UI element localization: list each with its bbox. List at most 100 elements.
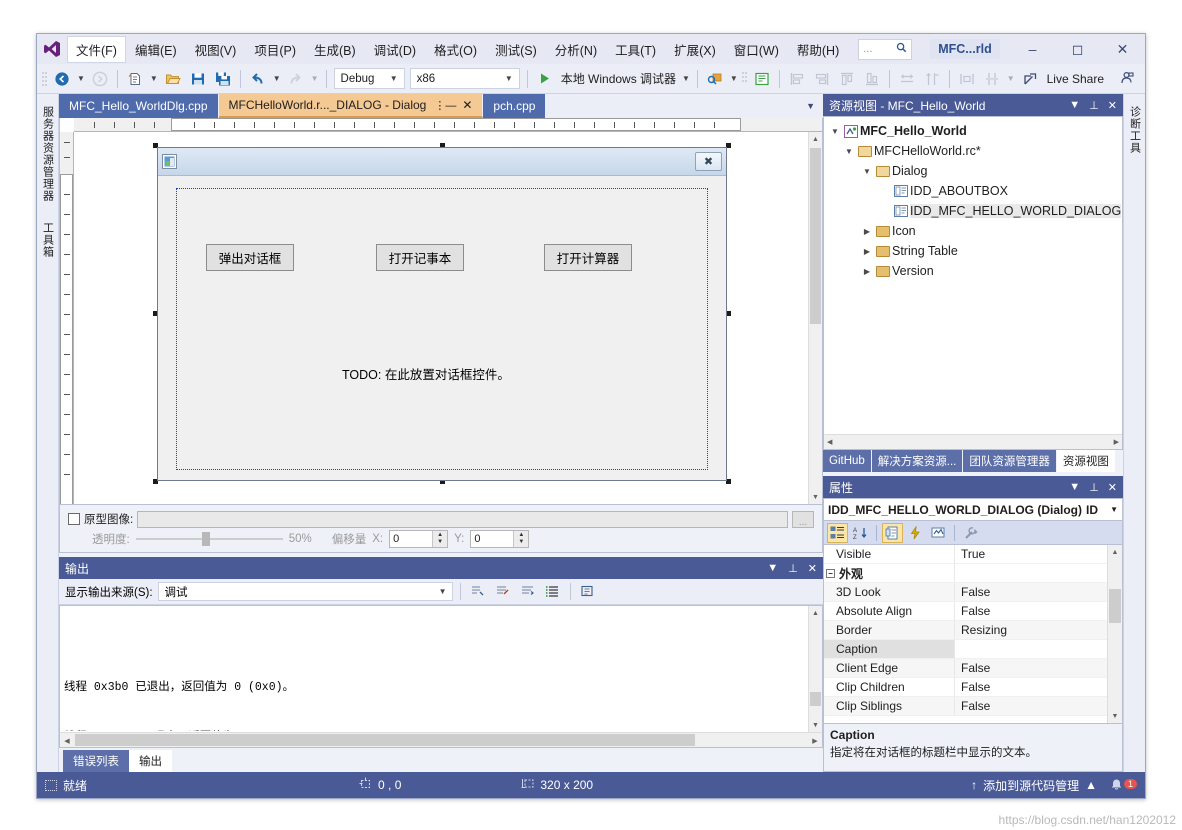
tab-error-list[interactable]: 错误列表 — [63, 750, 129, 772]
scrollbar-thumb[interactable] — [1109, 589, 1121, 623]
property-category-appearance[interactable]: − 外观 — [824, 564, 1122, 583]
configuration-combo[interactable]: Debug ▼ — [334, 68, 405, 89]
editor-tab-dlg-cpp[interactable]: MFC_Hello_WorldDlg.cpp — [59, 94, 219, 118]
messages-icon[interactable] — [928, 523, 949, 543]
scrollbar-thumb[interactable] — [810, 148, 821, 324]
sidebar-item-diagnostic-tools[interactable]: 诊断工具 — [1125, 100, 1145, 160]
menu-item-file[interactable]: 文件(F) — [67, 36, 126, 63]
twisty-expanded-icon[interactable]: ▼ — [828, 127, 842, 136]
output-horizontal-scrollbar[interactable]: ◀ ▶ — [60, 732, 822, 747]
button-open-calculator[interactable]: 打开计算器 — [544, 244, 632, 271]
tree-node-idd-mfc-hello-world-dialog[interactable]: IDD_MFC_HELLO_WORLD_DIALOG — [824, 201, 1122, 221]
properties-vertical-scrollbar[interactable]: ▲ ▼ — [1107, 545, 1122, 723]
stepper-arrows-icon[interactable]: ▲▼ — [513, 531, 528, 547]
browse-button[interactable]: ... — [792, 511, 814, 528]
property-row-visible[interactable]: Visible True — [824, 545, 1122, 564]
pin-icon[interactable]: ⋮— — [434, 99, 456, 112]
alphabetical-icon[interactable]: AZ — [850, 523, 871, 543]
offset-x-stepper[interactable]: 0 ▲▼ — [389, 530, 448, 548]
attach-dropdown-icon[interactable]: ▼ — [728, 74, 740, 83]
status-notifications[interactable]: 1 — [1109, 776, 1137, 794]
editor-tab-dialog-designer[interactable]: MFCHelloWorld.r..._DIALOG - Dialog ⋮— ✕ — [219, 94, 484, 118]
sidebar-item-toolbox[interactable]: 工具箱 — [38, 216, 58, 264]
tree-node-rc-file[interactable]: ▼ MFCHelloWorld.rc* — [824, 141, 1122, 161]
properties-grid[interactable]: Visible True − 外观 3D Look Fal — [823, 544, 1123, 724]
scroll-left-arrow-icon[interactable]: ◀ — [827, 438, 832, 446]
show-output-from-icon[interactable] — [543, 582, 563, 602]
dialog-close-icon[interactable]: ✖ — [695, 152, 722, 171]
tree-node-project[interactable]: ▼ MFC_Hello_World — [824, 121, 1122, 141]
todo-static-text[interactable]: TODO: 在此放置对话框控件。 — [342, 364, 510, 383]
scroll-right-arrow-icon[interactable]: ▶ — [808, 733, 822, 748]
send-feedback-icon[interactable] — [1115, 67, 1139, 91]
navigate-back-dropdown-icon[interactable]: ▼ — [75, 74, 87, 83]
close-icon[interactable]: ✕ — [462, 98, 472, 112]
chevron-down-icon[interactable]: ▼ — [1110, 505, 1118, 514]
property-row-3d-look[interactable]: 3D Look False — [824, 583, 1122, 602]
save-all-icon[interactable] — [211, 67, 235, 91]
close-icon[interactable]: ✕ — [1108, 99, 1117, 112]
tree-node-version-folder[interactable]: ▶ Version — [824, 261, 1122, 281]
close-icon[interactable]: ✕ — [1100, 34, 1145, 64]
menu-item-format[interactable]: 格式(O) — [425, 36, 486, 63]
twisty-expanded-icon[interactable]: ▼ — [842, 147, 856, 156]
chevron-down-icon[interactable]: ▼ — [767, 562, 778, 575]
resource-view-tree[interactable]: ▼ MFC_Hello_World ▼ MFCHelloWorld.rc* ▼ — [823, 116, 1123, 450]
find-message-icon[interactable] — [468, 582, 488, 602]
open-folder-icon[interactable] — [161, 67, 185, 91]
prototype-image-checkbox[interactable] — [68, 513, 80, 525]
properties-icon[interactable] — [882, 523, 903, 543]
property-row-caption[interactable]: Caption — [824, 640, 1122, 659]
status-source-control[interactable]: ↑ 添加到源代码管理 ▲ — [971, 777, 1097, 794]
twisty-collapsed-icon[interactable]: ▶ — [860, 247, 874, 256]
attach-to-process-icon[interactable] — [703, 67, 727, 91]
menu-item-debug[interactable]: 调试(D) — [365, 36, 425, 63]
designer-vertical-scrollbar[interactable]: ▲ ▼ — [808, 132, 822, 504]
tab-github[interactable]: GitHub — [823, 450, 872, 472]
property-value[interactable]: False — [954, 583, 1122, 601]
scroll-up-arrow-icon[interactable]: ▲ — [809, 606, 822, 620]
sidebar-item-server-explorer[interactable]: 服务器资源管理器 — [38, 100, 58, 208]
events-icon[interactable] — [905, 523, 926, 543]
property-row-border[interactable]: Border Resizing — [824, 621, 1122, 640]
output-vertical-scrollbar[interactable]: ▲ ▼ — [808, 606, 822, 732]
dialog-client-area[interactable]: 弹出对话框 打开记事本 打开计算器 TODO: 在此放置对话框控件。 — [158, 176, 726, 480]
dialog-preview-wrapper[interactable]: ✖ 弹出对话框 打开记事本 — [157, 147, 727, 481]
menu-item-test[interactable]: 测试(S) — [486, 36, 546, 63]
property-value[interactable]: False — [954, 659, 1122, 677]
twisty-expanded-icon[interactable]: ▼ — [860, 167, 874, 176]
close-icon[interactable]: ✕ — [1108, 481, 1117, 494]
offset-x-value[interactable]: 0 — [390, 533, 432, 545]
goto-message-icon[interactable] — [578, 582, 598, 602]
twisty-collapsed-icon[interactable]: ▶ — [860, 267, 874, 276]
property-row-clip-children[interactable]: Clip Children False — [824, 678, 1122, 697]
scroll-down-arrow-icon[interactable]: ▼ — [1108, 709, 1122, 723]
prototype-image-path-input[interactable] — [137, 511, 788, 528]
menu-item-help[interactable]: 帮助(H) — [788, 36, 848, 63]
pin-icon[interactable]: ⊥ — [1089, 481, 1099, 494]
slider-knob[interactable] — [202, 532, 210, 546]
twisty-collapsed-icon[interactable]: ▶ — [860, 227, 874, 236]
stepper-arrows-icon[interactable]: ▲▼ — [432, 531, 447, 547]
menu-item-view[interactable]: 视图(V) — [186, 36, 246, 63]
categorized-icon[interactable] — [827, 523, 848, 543]
properties-object-combo[interactable]: IDD_MFC_HELLO_WORLD_DIALOG (Dialog) ID ▼ — [823, 498, 1123, 520]
toolbar-grip[interactable] — [741, 70, 749, 88]
scroll-up-arrow-icon[interactable]: ▲ — [1108, 545, 1122, 559]
quick-launch-search[interactable]: ... — [858, 39, 912, 60]
minimize-icon[interactable]: – — [1010, 34, 1055, 64]
property-value[interactable]: True — [954, 545, 1122, 563]
collapse-category-icon[interactable]: − — [826, 569, 835, 578]
close-icon[interactable]: ✕ — [808, 562, 817, 575]
live-share-label[interactable]: Live Share — [1044, 72, 1114, 86]
dialog-designer-surface[interactable]: ✖ 弹出对话框 打开记事本 — [59, 118, 823, 505]
chevron-down-icon[interactable]: ▼ — [1069, 481, 1080, 494]
undo-icon[interactable] — [246, 67, 270, 91]
menu-item-build[interactable]: 生成(B) — [305, 36, 365, 63]
start-debug-label[interactable]: 本地 Windows 调试器 — [558, 70, 679, 87]
scrollbar-thumb[interactable] — [810, 692, 821, 706]
scrollbar-thumb[interactable] — [75, 734, 695, 746]
resource-tree-horizontal-scrollbar[interactable]: ◀ ▶ — [824, 434, 1122, 449]
clear-all-icon[interactable] — [493, 582, 513, 602]
test-explorer-icon[interactable] — [750, 67, 774, 91]
